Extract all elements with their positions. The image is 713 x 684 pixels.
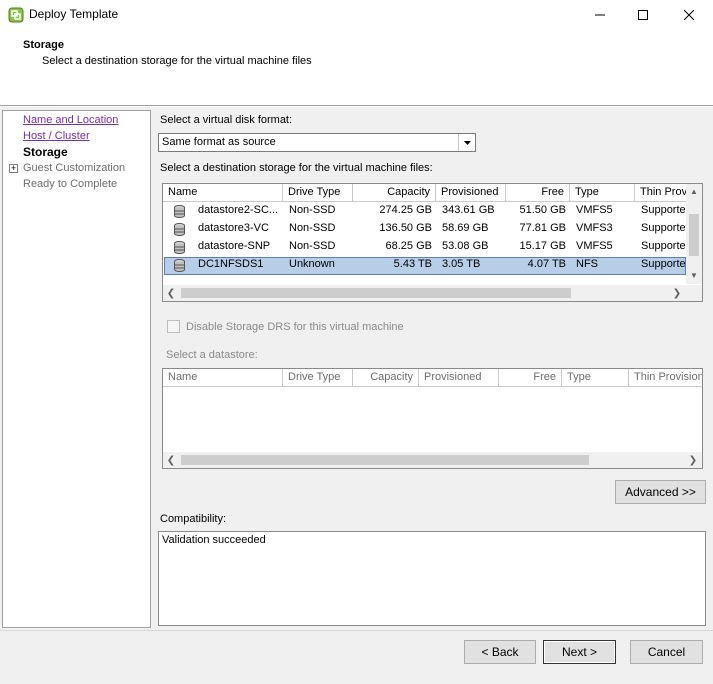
cell-drive-type: Non-SSD (289, 204, 336, 216)
scrollbar-thumb[interactable] (181, 288, 571, 298)
wizard-header: Storage Select a destination storage for… (0, 30, 713, 106)
maximize-button[interactable] (620, 0, 666, 30)
cell-type: VMFS5 (576, 240, 613, 252)
select-datastore-label: Select a datastore: (166, 349, 258, 361)
cell-thin-provisioning: Supporte (641, 240, 685, 252)
minimize-button[interactable] (577, 0, 623, 30)
column-header-drive-type: Drive Type (283, 369, 353, 387)
disk-format-value: Same format as source (162, 136, 276, 148)
table-row[interactable]: datastore2-SC... Non-SSD 274.25 GB 343.6… (164, 203, 686, 221)
page-title: Storage (23, 39, 64, 51)
datastore-table: Name Drive Type Capacity Provisioned Fre… (162, 368, 703, 469)
column-header-free: Free (499, 369, 562, 387)
cell-free: 15.17 GB (519, 240, 566, 252)
disk-format-select[interactable]: Same format as source (158, 133, 476, 152)
window-title: Deploy Template (29, 7, 119, 21)
cell-name: DC1NFSDS1 (198, 258, 264, 270)
scroll-left-icon[interactable]: ❮ (163, 452, 179, 468)
cell-thin-provisioning: Supporte (641, 204, 685, 216)
column-header-name: Name (163, 369, 283, 387)
cell-provisioned: 53.08 GB (442, 240, 489, 252)
cell-drive-type: Unknown (289, 258, 335, 270)
wizard-steps-pane: Name and Location Host / Cluster Storage… (2, 110, 151, 628)
cell-thin-provisioning: Supporte (641, 222, 685, 234)
footer-divider (0, 630, 713, 631)
destination-storage-label: Select a destination storage for the vir… (160, 162, 433, 174)
step-storage: Storage (23, 145, 68, 159)
disable-storage-drs-label: Disable Storage DRS for this virtual mac… (186, 321, 404, 333)
cell-free: 51.50 GB (519, 204, 566, 216)
scrollbar-thumb[interactable] (689, 214, 699, 256)
cell-name: datastore3-VC (198, 222, 269, 234)
datastore-icon (174, 223, 185, 236)
page-subtitle: Select a destination storage for the vir… (42, 55, 312, 67)
cell-capacity: 68.25 GB (385, 240, 432, 252)
datastore-icon (174, 259, 185, 272)
cell-provisioned: 343.61 GB (442, 204, 495, 216)
cell-name: datastore-SNP (198, 240, 271, 252)
cell-type: VMFS3 (576, 222, 613, 234)
cell-provisioned: 3.05 TB (442, 258, 481, 270)
horizontal-scrollbar[interactable]: ❮ ❯ (163, 285, 702, 301)
step-ready-to-complete: Ready to Complete (23, 178, 118, 190)
close-icon (684, 10, 694, 20)
vertical-scrollbar[interactable]: ▲ ▼ (686, 184, 702, 284)
cell-capacity: 274.25 GB (379, 204, 432, 216)
table-row[interactable]: datastore-SNP Non-SSD 68.25 GB 53.08 GB … (164, 239, 686, 257)
disk-format-label: Select a virtual disk format: (160, 114, 293, 126)
cell-name: datastore2-SC... (198, 204, 279, 216)
cell-free: 4.07 TB (527, 258, 566, 270)
column-header-capacity[interactable]: Capacity (353, 184, 436, 202)
disable-storage-drs-checkbox[interactable] (167, 320, 180, 333)
cancel-button[interactable]: Cancel (630, 640, 703, 664)
column-header-free[interactable]: Free (506, 184, 570, 202)
close-button[interactable] (666, 0, 712, 30)
compatibility-box: Validation succeeded (158, 531, 706, 626)
vsphere-app-icon (8, 7, 24, 23)
scroll-left-icon[interactable]: ❮ (163, 285, 179, 301)
title-bar: Deploy Template (0, 0, 713, 30)
scroll-right-icon[interactable]: ❯ (685, 452, 701, 468)
back-button[interactable]: < Back (464, 640, 536, 664)
step-guest-customization: Guest Customization (23, 162, 126, 174)
column-header-thin-provisioning: Thin Provision (629, 369, 702, 387)
column-header-drive-type[interactable]: Drive Type (283, 184, 353, 202)
cell-drive-type: Non-SSD (289, 222, 336, 234)
table-row[interactable]: datastore3-VC Non-SSD 136.50 GB 58.69 GB… (164, 221, 686, 239)
step-name-and-location[interactable]: Name and Location (23, 114, 118, 126)
compatibility-message: Validation succeeded (162, 534, 266, 546)
cell-drive-type: Non-SSD (289, 240, 336, 252)
datastore-icon (174, 241, 185, 254)
cell-provisioned: 58.69 GB (442, 222, 489, 234)
advanced-button[interactable]: Advanced >> (615, 480, 706, 504)
column-header-capacity: Capacity (353, 369, 419, 387)
cell-thin-provisioning: Supporte (641, 258, 685, 270)
next-button[interactable]: Next > (543, 640, 616, 664)
scroll-up-icon[interactable]: ▲ (686, 184, 702, 198)
compatibility-label: Compatibility: (160, 513, 227, 525)
column-header-provisioned[interactable]: Provisioned (436, 184, 506, 202)
column-header-provisioned: Provisioned (419, 369, 499, 387)
destination-storage-table: Name Drive Type Capacity Provisioned Fre… (162, 183, 703, 302)
minimize-icon (595, 14, 605, 16)
dropdown-arrow-icon[interactable] (458, 134, 475, 151)
cell-capacity: 5.43 TB (393, 258, 432, 270)
datastore-icon (174, 205, 185, 218)
scrollbar-thumb[interactable] (181, 455, 589, 465)
table-row-selected[interactable]: DC1NFSDS1 Unknown 5.43 TB 3.05 TB 4.07 T… (164, 257, 686, 275)
cell-type: NFS (576, 258, 598, 270)
column-header-type: Type (562, 369, 629, 387)
scroll-down-icon[interactable]: ▼ (686, 268, 702, 282)
step-host-cluster[interactable]: Host / Cluster (23, 130, 90, 142)
scroll-right-icon[interactable]: ❯ (669, 285, 685, 301)
maximize-icon (638, 10, 648, 20)
cell-capacity: 136.50 GB (379, 222, 432, 234)
cell-free: 77.81 GB (519, 222, 566, 234)
cell-type: VMFS5 (576, 204, 613, 216)
column-header-name[interactable]: Name (163, 184, 283, 202)
expand-icon[interactable]: + (9, 164, 18, 173)
column-header-type[interactable]: Type (570, 184, 635, 202)
horizontal-scrollbar[interactable]: ❮ ❯ (163, 452, 702, 468)
